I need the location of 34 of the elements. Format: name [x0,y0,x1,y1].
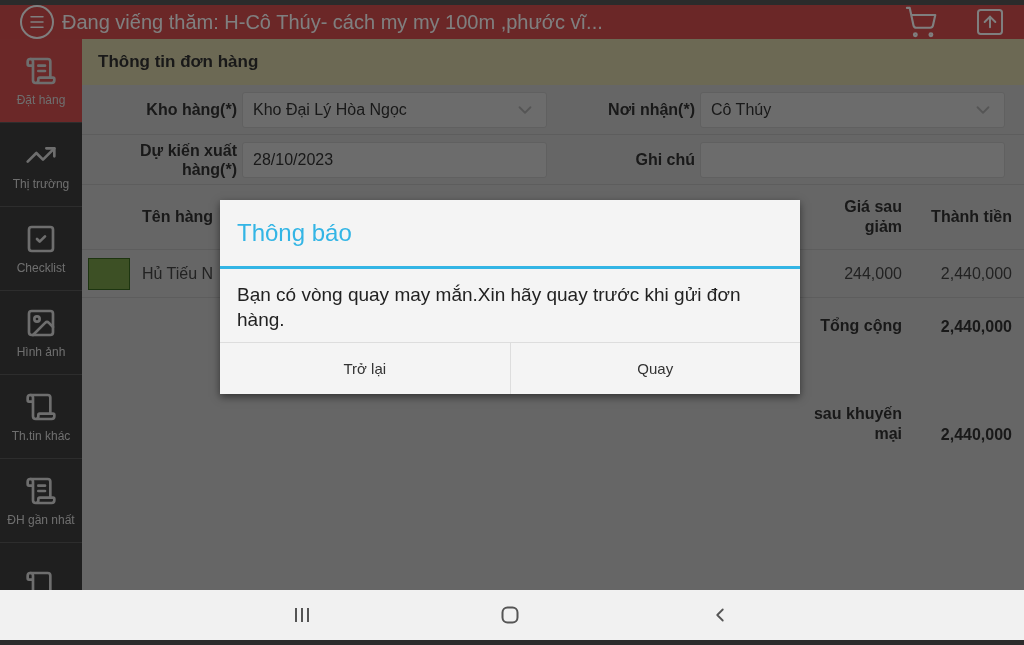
field-label: Dự kiến xuất hàng(*) [139,140,237,179]
table-cell-text: Hủ Tiếu N [142,264,215,283]
total-label: Tổng cộng [820,316,902,336]
header-title: Đang viếng thăm: H-Cô Thúy- cách my my 100m ,phước vĩ... [62,10,604,34]
input-field[interactable]: 28/10/2023 [242,141,547,178]
field-label: Kho hàng(*) [145,100,237,119]
home-icon [501,606,519,624]
sidebar-item[interactable]: Đặt hàng [0,39,82,123]
total-value: 2,440,000 [939,318,1012,336]
field-label: Nơi nhận(*) [607,100,695,119]
product-image [88,257,130,290]
dialog-button[interactable]: Trở lại [220,343,510,394]
dialog-title: Thông báo [220,200,800,269]
recent-apps-button[interactable] [293,607,311,623]
cart-button[interactable] [904,5,938,39]
column-header: Giá sau giảm [843,197,902,237]
field-label: Ghi chú [634,150,695,169]
table-cell-text: 2,440,000 [939,264,1012,283]
recent-apps-icon [293,607,311,623]
upload-icon [974,6,1006,38]
menu-icon [28,13,46,31]
upload-button[interactable] [974,6,1006,38]
section-title: Thông tin đơn hàng [82,39,1024,85]
column-header: Thành tiền [930,207,1012,227]
dialog-message: Bạn có vòng quay may mắn.Xin hãy quay trước khi gửi đơn hàng. [236,283,742,332]
total-value: 2,440,000 [939,426,1012,444]
home-button[interactable] [501,606,519,624]
dropdown-field[interactable]: Cô Thúy [700,91,1005,128]
cart-icon [904,5,938,39]
column-header: Tên hàng [142,207,215,227]
dropdown-field[interactable]: Kho Đại Lý Hòa Ngọc [242,91,547,128]
total-label: sau khuyến mại [812,404,902,444]
table-cell-text: 244,000 [843,264,902,283]
dialog-button[interactable]: Quay [509,343,800,394]
